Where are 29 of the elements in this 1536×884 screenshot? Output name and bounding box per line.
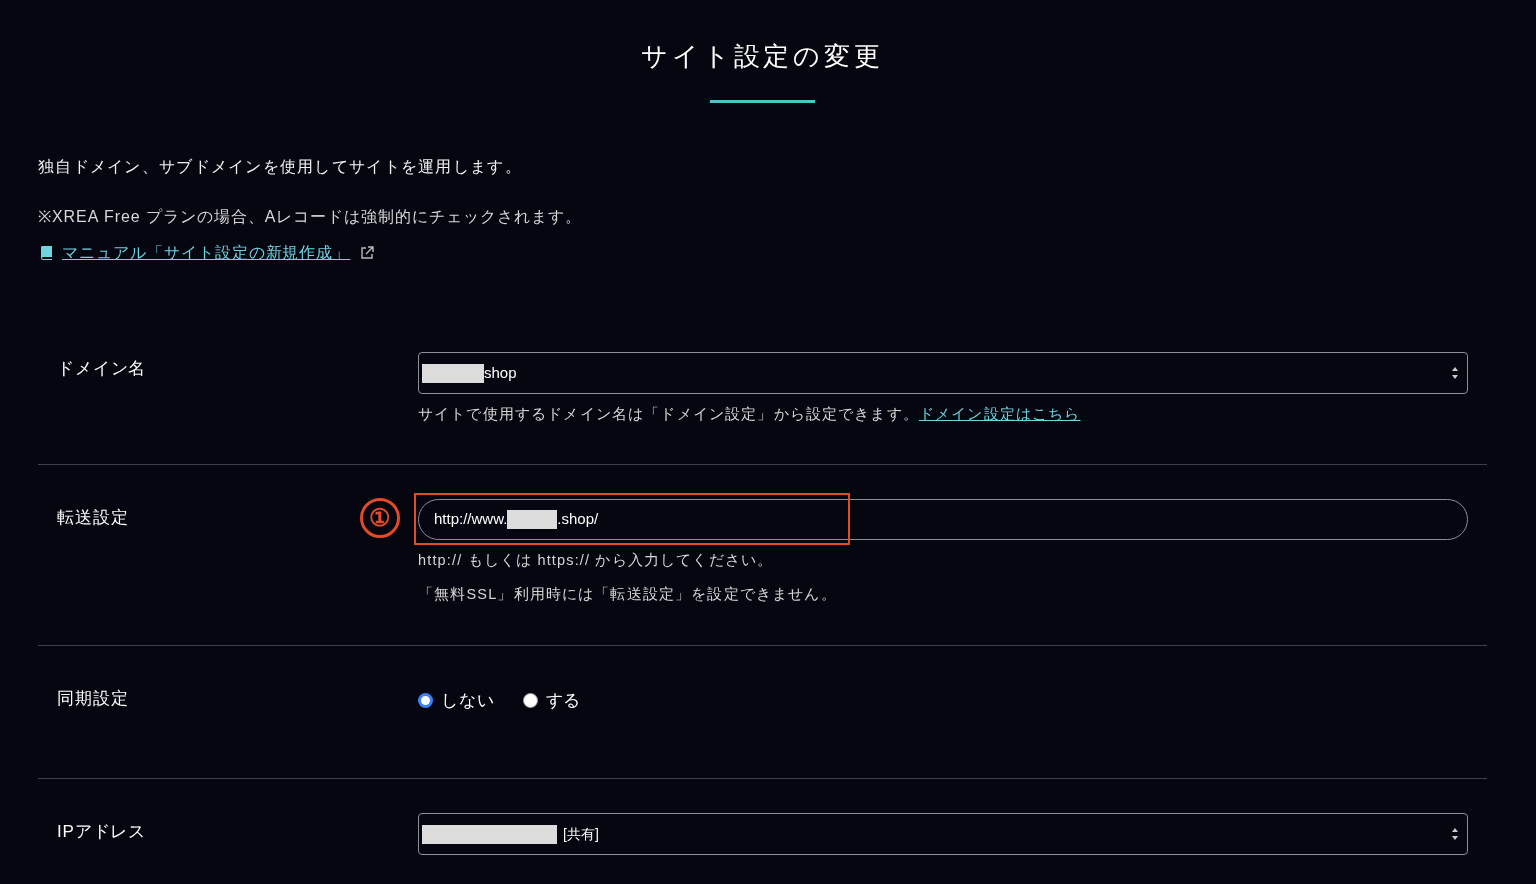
radio-option[interactable]: する (522, 688, 582, 714)
select-field[interactable]: [共有] (418, 813, 1468, 855)
field-label: IPアドレス (57, 822, 147, 841)
field-label: 同期設定 (57, 689, 129, 708)
dialog-title: サイト設定の変更 (640, 40, 885, 73)
help-text: 「無料SSL」利用時には「転送設定」を設定できません。 (418, 584, 838, 604)
help-text: サイトで使用するドメイン名は「ドメイン設定」から設定できます。ドメイン設定はこちら (418, 405, 1082, 424)
step-number-badge: ① (360, 498, 400, 538)
field-value: [共有] (563, 824, 599, 844)
field-label: 転送設定 (57, 508, 129, 527)
radio-option[interactable]: しない (418, 688, 495, 714)
radio-button[interactable] (418, 693, 433, 709)
book-icon (38, 245, 54, 261)
field-value: shop (484, 362, 517, 383)
select-field[interactable]: shop (418, 352, 1468, 394)
note-text: ※XREA Free プランの場合、Aレコードは強制的にチェックされます。 (38, 207, 583, 227)
manual-link[interactable]: マニュアル「サイト設定の新規作成」 (38, 241, 375, 265)
redaction-block (422, 363, 484, 383)
field-value: .shop/ (557, 509, 599, 530)
radio-button[interactable] (522, 693, 538, 709)
field-value: http://www. (434, 509, 508, 530)
domain-settings-link[interactable]: ドメイン設定はこちら (918, 406, 1081, 422)
intro-text: 独自ドメイン、サブドメインを使用してサイトを運用します。 (38, 157, 523, 177)
external-link-icon (360, 246, 375, 260)
help-text: http:// もしくは https:// から入力してください。 (418, 551, 775, 570)
redaction-block (507, 510, 558, 529)
updown-caret-icon (1451, 827, 1459, 841)
updown-caret-icon (1451, 366, 1459, 380)
field-label: ドメイン名 (57, 359, 147, 378)
